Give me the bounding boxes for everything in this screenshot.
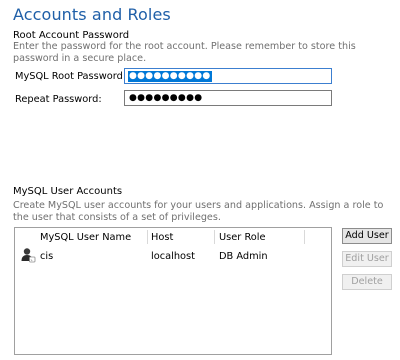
- repeat-password-field[interactable]: ●●●●●●●●●: [124, 90, 332, 106]
- user-avatar-icon: [21, 248, 36, 263]
- column-header-host[interactable]: Host: [151, 232, 173, 243]
- user-accounts-description: Create MySQL user accounts for your user…: [13, 200, 384, 223]
- root-section-description: Enter the password for the root account.…: [13, 41, 356, 64]
- column-header-role[interactable]: User Role: [219, 232, 266, 243]
- edit-user-button[interactable]: Edit User: [342, 251, 392, 267]
- column-divider: [147, 230, 148, 244]
- root-password-value: ●●●●●●●●●●: [128, 71, 212, 82]
- user-name-cell: cis: [40, 251, 54, 262]
- column-header-username[interactable]: MySQL User Name: [40, 232, 131, 243]
- root-section-title: Root Account Password: [13, 30, 130, 41]
- user-host-cell: localhost: [151, 251, 195, 262]
- delete-user-button[interactable]: Delete: [342, 274, 392, 290]
- root-password-field[interactable]: ●●●●●●●●●●: [124, 68, 332, 84]
- root-password-label: MySQL Root Password:: [15, 71, 127, 82]
- column-divider: [214, 230, 215, 244]
- user-role-cell: DB Admin: [219, 251, 268, 262]
- user-accounts-list[interactable]: MySQL User Name Host User Role cis local…: [14, 227, 332, 355]
- table-row[interactable]: cis localhost DB Admin: [15, 246, 331, 266]
- column-divider: [304, 230, 305, 244]
- repeat-password-value: ●●●●●●●●●: [129, 93, 203, 103]
- repeat-password-label: Repeat Password:: [15, 94, 102, 105]
- user-accounts-title: MySQL User Accounts: [13, 186, 123, 197]
- add-user-button[interactable]: Add User: [342, 228, 392, 244]
- page-title: Accounts and Roles: [13, 5, 171, 24]
